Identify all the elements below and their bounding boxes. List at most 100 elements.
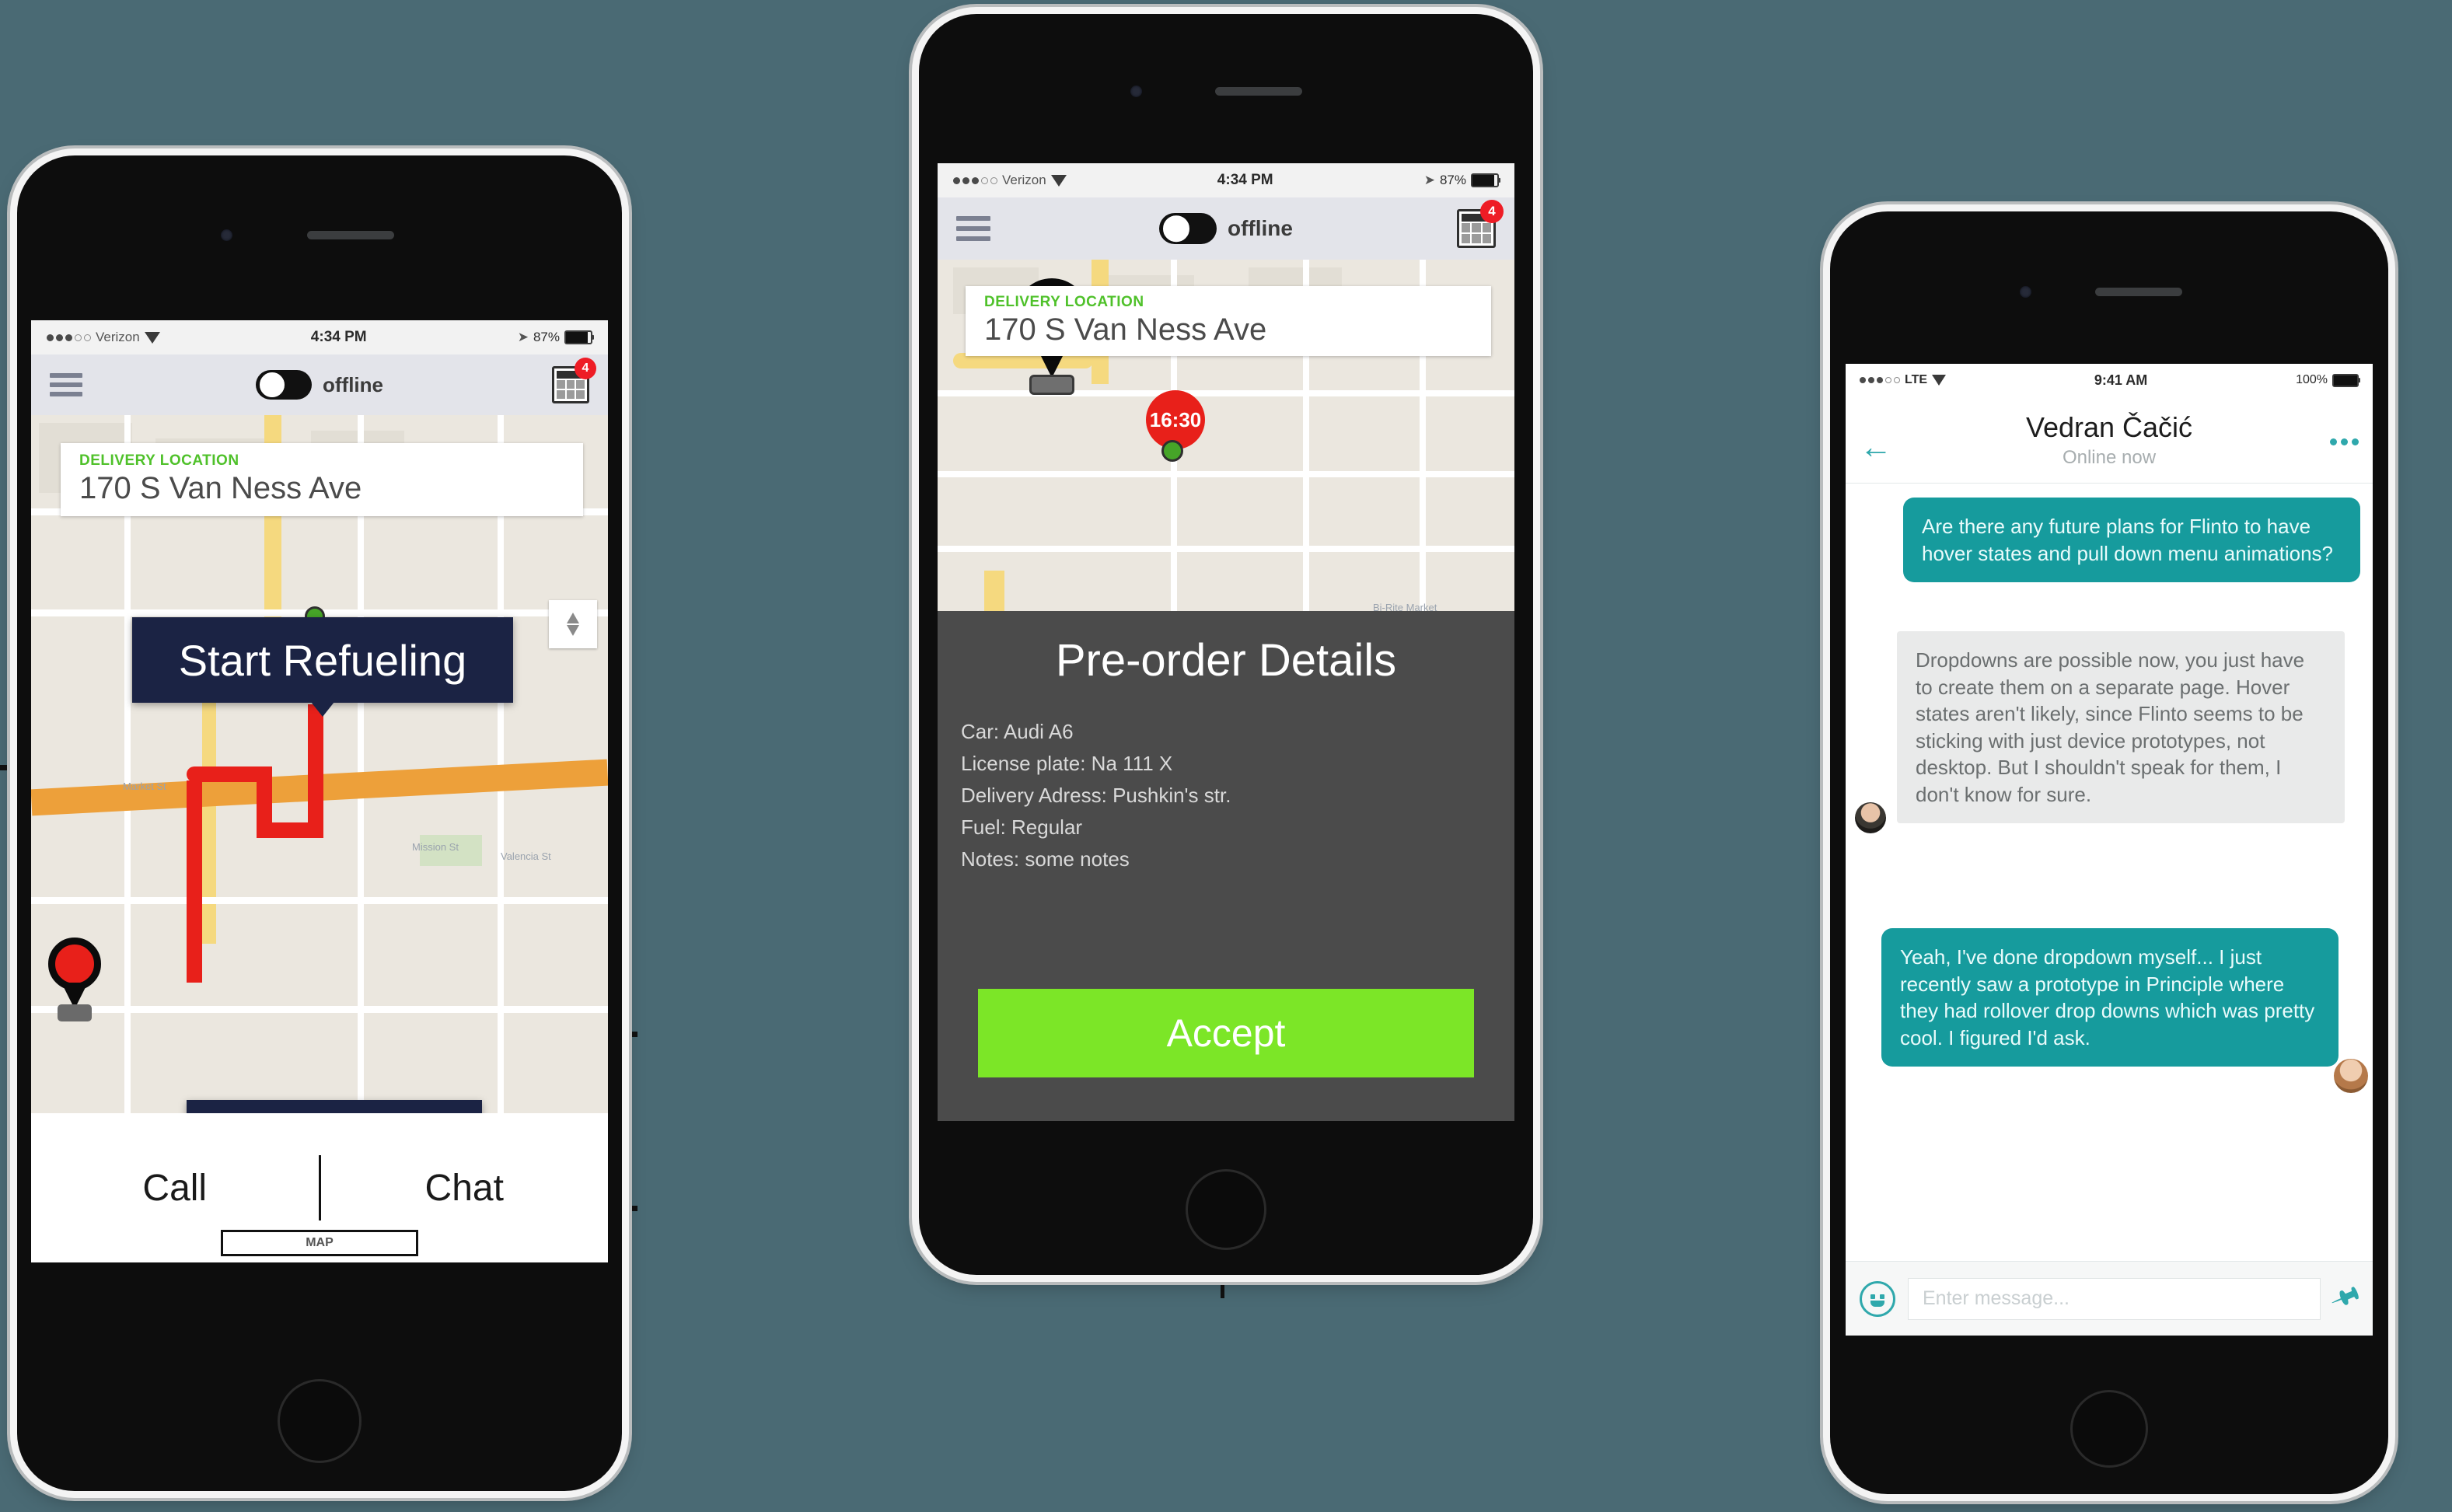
app-header: offline 4	[938, 197, 1514, 260]
status-bar: LTE 9:41 AM 100%	[1846, 364, 2373, 396]
chevron-up-icon	[567, 613, 579, 623]
front-camera-icon	[1130, 86, 1142, 97]
avatar	[2334, 1059, 2368, 1093]
wifi-icon	[1050, 174, 1067, 187]
canvas: Verizon 4:34 PM ➤ 87% offline 4 Market S…	[0, 0, 2452, 1512]
phone-2-screen: Verizon 4:34 PM ➤ 87% offline 4 Bi-Rite …	[938, 163, 1514, 1121]
route-path	[308, 704, 323, 838]
detail-row: Car: Audi A6	[961, 720, 1074, 743]
map-view[interactable]: San Francisco Bi-Rite Market Zuni Cafe M…	[31, 415, 608, 1130]
preorder-title: Pre-order Details	[1055, 635, 1397, 686]
signal-strength-icon	[953, 176, 997, 184]
signal-strength-icon	[47, 333, 91, 341]
front-camera-icon	[2020, 286, 2031, 298]
clock-label: 4:34 PM	[310, 329, 367, 345]
detail-row: License plate: Na 111 X	[961, 752, 1173, 776]
vehicle-marker-icon	[1029, 375, 1074, 395]
contact-name-label: Vedran Čačić	[2025, 410, 2193, 443]
clock-label: 4:34 PM	[1217, 172, 1273, 188]
accept-button[interactable]: Accept	[978, 989, 1474, 1077]
phone-1-screen: Verizon 4:34 PM ➤ 87% offline 4 Market S…	[31, 320, 608, 1262]
status-bar: Verizon 4:34 PM ➤ 87%	[938, 163, 1514, 197]
avatar	[1855, 802, 1886, 833]
phone-3-device: LTE 9:41 AM 100% ← Vedran Čačić Online n…	[1830, 211, 2388, 1494]
home-button[interactable]	[1186, 1169, 1266, 1250]
battery-percent-label: 87%	[1439, 173, 1466, 187]
app-header: offline 4	[31, 354, 608, 415]
battery-icon	[1470, 173, 1499, 187]
front-camera-icon	[221, 229, 232, 241]
calendar-icon[interactable]: 4	[552, 358, 596, 403]
detail-row: Notes: some notes	[961, 847, 1130, 871]
connector-line-phone2-bottom	[1221, 1275, 1224, 1298]
network-label: LTE	[1905, 373, 1928, 386]
message-input[interactable]: Enter message...	[1908, 1277, 2321, 1320]
toggle-status-label: offline	[1228, 216, 1293, 240]
battery-percent-label: 100%	[2296, 373, 2328, 386]
route-path	[187, 780, 202, 983]
location-arrow-icon: ➤	[1423, 173, 1435, 187]
online-offline-toggle[interactable]	[1159, 213, 1217, 244]
battery-icon	[2332, 373, 2359, 387]
online-offline-toggle[interactable]	[256, 370, 312, 400]
earpiece-speaker	[1215, 87, 1302, 96]
chat-bubble-outgoing: Are there any future plans for Flinto to…	[1903, 498, 2360, 583]
chevron-down-icon	[567, 625, 579, 636]
preorder-detail-panel: Pre-order Details Car: Audi A6 License p…	[938, 611, 1514, 1121]
home-button[interactable]	[2070, 1390, 2148, 1468]
phone-2-device: Verizon 4:34 PM ➤ 87% offline 4 Bi-Rite …	[919, 14, 1533, 1275]
battery-percent-label: 87%	[533, 330, 560, 344]
message-input-placeholder: Enter message...	[1923, 1287, 2070, 1309]
chat-bubble-incoming: Dropdowns are possible now, you just hav…	[1897, 631, 2345, 824]
contact-status-label: Online now	[2062, 446, 2157, 468]
start-refueling-tooltip[interactable]: Start Refueling	[132, 617, 513, 703]
online-toggle-group[interactable]: offline	[256, 370, 383, 400]
map-poi-label: Market St	[123, 780, 166, 792]
smiley-icon[interactable]	[1860, 1280, 1895, 1317]
message-composer: Enter message... 🖈	[1846, 1261, 2373, 1336]
status-bar: Verizon 4:34 PM ➤ 87%	[31, 320, 608, 354]
paperclip-icon[interactable]: 🖈	[2325, 1272, 2366, 1325]
delivery-address-card: DELIVERY LOCATION 170 S Van Ness Ave	[61, 443, 583, 516]
chat-button[interactable]: Chat	[321, 1167, 609, 1210]
chat-message-list[interactable]: Are there any future plans for Flinto to…	[1846, 484, 2373, 1261]
earpiece-speaker	[2095, 288, 2182, 296]
address-kicker-label: DELIVERY LOCATION	[79, 452, 239, 469]
address-value-label: 170 S Van Ness Ave	[79, 471, 362, 505]
chat-bubble-outgoing: Yeah, I've done dropdown myself... I jus…	[1881, 928, 2338, 1067]
map-poi-label: Bi-Rite Market	[1373, 602, 1437, 611]
address-value-label: 170 S Van Ness Ave	[984, 313, 1267, 347]
carrier-label: Verizon	[1002, 173, 1046, 187]
location-arrow-icon: ➤	[517, 330, 529, 344]
detail-row: Fuel: Regular	[961, 815, 1083, 840]
calendar-icon[interactable]: 4	[1457, 200, 1504, 248]
destination-pin-icon[interactable]	[48, 938, 101, 1009]
chat-header: ← Vedran Čačić Online now	[1846, 396, 2373, 484]
vehicle-marker-icon	[58, 1004, 92, 1021]
hamburger-menu-icon[interactable]	[956, 216, 990, 241]
map-poi-label: Mission St	[412, 841, 459, 853]
signal-strength-icon	[1860, 377, 1900, 383]
carrier-label: Verizon	[96, 330, 140, 344]
destination-dot	[1161, 440, 1183, 462]
map-poi-label: Valencia St	[501, 850, 551, 862]
hamburger-menu-icon[interactable]	[50, 373, 82, 396]
calendar-badge: 4	[1480, 200, 1504, 223]
toggle-status-label: offline	[323, 372, 383, 396]
more-options-icon[interactable]	[2330, 438, 2359, 445]
battery-icon	[564, 330, 592, 344]
wifi-icon	[144, 331, 160, 344]
call-button[interactable]: Call	[31, 1167, 319, 1210]
home-button[interactable]	[278, 1379, 362, 1463]
preorder-details-list: Car: Audi A6 License plate: Na 111 X Del…	[961, 716, 1514, 875]
recenter-location-button[interactable]	[549, 600, 597, 648]
bottom-tab-indicator[interactable]: MAP	[221, 1230, 418, 1256]
wifi-icon	[1932, 375, 1947, 386]
back-arrow-icon[interactable]: ←	[1860, 431, 1892, 463]
detail-row: Delivery Adress: Pushkin's str.	[961, 784, 1231, 808]
online-toggle-group[interactable]: offline	[1159, 213, 1293, 244]
address-kicker-label: DELIVERY LOCATION	[984, 294, 1144, 310]
phone-1-device: Verizon 4:34 PM ➤ 87% offline 4 Market S…	[17, 155, 622, 1491]
earpiece-speaker	[307, 231, 394, 239]
phone-3-screen: LTE 9:41 AM 100% ← Vedran Čačić Online n…	[1846, 364, 2373, 1336]
